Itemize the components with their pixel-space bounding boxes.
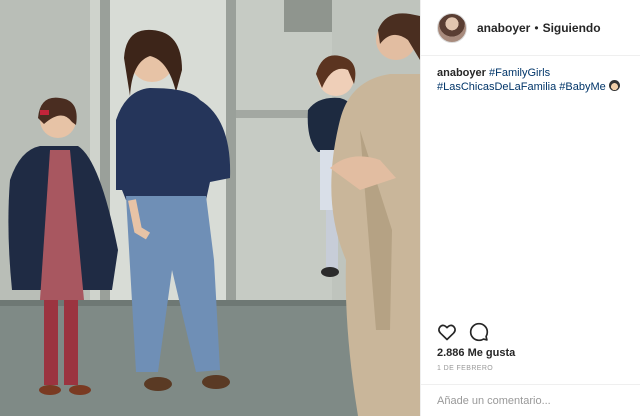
- hashtag-familygirls[interactable]: #FamilyGirls: [489, 67, 550, 79]
- header-text: anaboyer • Siguiendo: [477, 21, 601, 35]
- comment-bar: [421, 384, 640, 416]
- header-username[interactable]: anaboyer: [477, 21, 530, 35]
- hashtag-babyme[interactable]: #BabyMe: [559, 81, 605, 93]
- post-side-panel: anaboyer • Siguiendo anaboyer #FamilyGir…: [420, 0, 640, 416]
- like-count[interactable]: 2.886 Me gusta: [437, 347, 515, 359]
- girl-emoji-icon: [608, 80, 620, 91]
- post-photo[interactable]: [0, 0, 420, 416]
- following-button[interactable]: Siguiendo: [543, 21, 601, 35]
- heart-icon[interactable]: [437, 322, 457, 342]
- avatar[interactable]: [437, 12, 467, 43]
- post-header: anaboyer • Siguiendo: [421, 0, 640, 56]
- caption-username[interactable]: anaboyer: [437, 67, 486, 79]
- comment-input[interactable]: [437, 394, 625, 407]
- post-actions: [437, 322, 489, 342]
- speech-bubble-icon[interactable]: [469, 322, 489, 342]
- header-separator: •: [534, 20, 539, 35]
- post-caption: anaboyer #FamilyGirls #LasChicasDeLaFami…: [437, 66, 633, 94]
- instagram-post: anaboyer • Siguiendo anaboyer #FamilyGir…: [0, 0, 640, 416]
- post-date: 1 DE FEBRERO: [437, 365, 494, 372]
- hashtag-laschicasdelafamilia[interactable]: #LasChicasDeLaFamilia: [437, 81, 556, 93]
